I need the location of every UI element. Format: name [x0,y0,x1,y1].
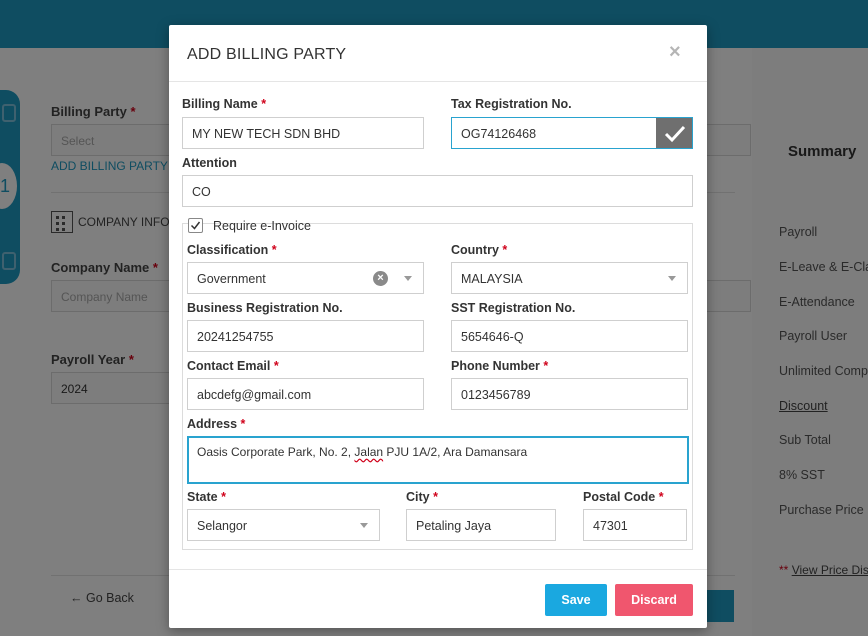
address-textarea[interactable]: Oasis Corporate Park, No. 2, Jalan PJU 1… [187,436,689,484]
country-label: Country * [451,243,508,257]
discard-button[interactable]: Discard [615,584,693,616]
chevron-down-icon [360,523,368,528]
einvoice-toggle[interactable]: Require e-Invoice [188,217,311,235]
billing-name-input[interactable]: MY NEW TECH SDN BHD [182,117,424,149]
address-label: Address * [187,417,246,431]
postal-code-label: Postal Code * [583,490,664,504]
modal-header: ADD BILLING PARTY × [169,25,707,82]
city-input[interactable]: Petaling Jaya [406,509,556,541]
check-icon [664,125,686,143]
state-value: Selangor [197,519,248,533]
save-button[interactable]: Save [545,584,607,616]
classification-value: Government [197,272,266,286]
close-icon[interactable]: × [669,41,681,64]
tax-registration-input[interactable]: OG74126468 [451,117,657,149]
einvoice-label: Require e-Invoice [213,219,311,233]
attention-label: Attention [182,156,237,170]
modal-footer-divider [169,569,707,570]
billing-name-label: Billing Name * [182,97,267,111]
country-value: MALAYSIA [461,272,523,286]
business-registration-label: Business Registration No. [187,301,343,315]
classification-label: Classification * [187,243,277,257]
chevron-down-icon [404,276,412,281]
city-label: City * [406,490,438,504]
sst-registration-input[interactable]: 5654646-Q [451,320,688,352]
sst-registration-label: SST Registration No. [451,301,576,315]
add-billing-party-modal: ADD BILLING PARTY × Billing Name * MY NE… [169,25,707,628]
business-registration-input[interactable]: 20241254755 [187,320,424,352]
tax-registration-group: OG74126468 [451,117,693,149]
phone-number-label: Phone Number * [451,359,549,373]
tax-registration-label: Tax Registration No. [451,97,572,111]
country-select[interactable]: MALAYSIA [451,262,688,294]
check-icon [190,221,201,230]
state-label: State * [187,490,226,504]
contact-email-input[interactable]: abcdefg@gmail.com [187,378,424,410]
einvoice-checkbox[interactable] [188,218,203,233]
phone-number-input[interactable]: 0123456789 [451,378,688,410]
chevron-down-icon [668,276,676,281]
attention-input[interactable]: CO [182,175,693,207]
contact-email-label: Contact Email * [187,359,279,373]
verify-button[interactable] [656,117,693,149]
classification-select[interactable]: Government × [187,262,424,294]
modal-title: ADD BILLING PARTY [187,46,347,63]
state-select[interactable]: Selangor [187,509,380,541]
postal-code-input[interactable]: 47301 [583,509,687,541]
clear-icon[interactable]: × [373,271,388,286]
